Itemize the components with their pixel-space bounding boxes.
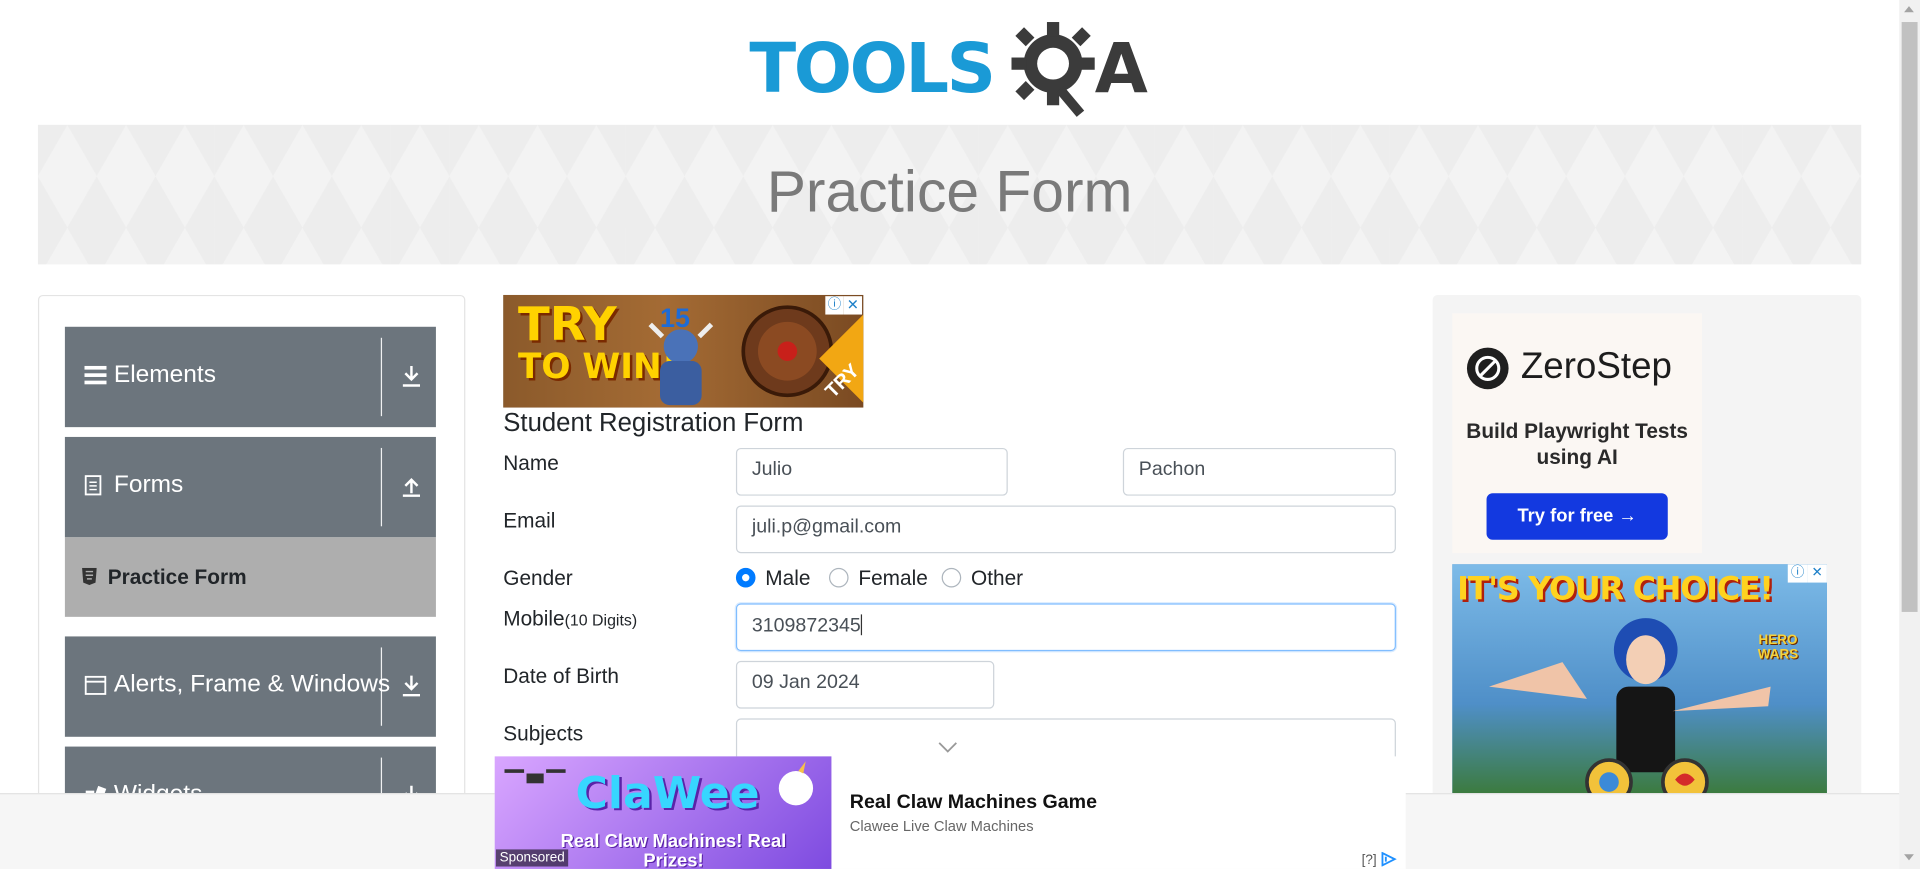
document-icon xyxy=(84,475,102,496)
email-label: Email xyxy=(503,509,556,533)
hero-character-icon xyxy=(1488,618,1771,797)
ad-close-icon[interactable]: ✕ xyxy=(843,296,863,315)
hamburger-icon xyxy=(84,365,107,385)
zerostep-tagline: Build Playwright Tests using AI xyxy=(1466,419,1689,469)
radio-label: Male xyxy=(765,566,811,590)
mobile-label: Mobile(10 Digits) xyxy=(503,607,637,631)
scroll-down-arrow-icon[interactable] xyxy=(1904,854,1914,861)
sidebar-group-alerts[interactable]: Alerts, Frame & Windows xyxy=(64,636,436,737)
mobile-label-text: Mobile xyxy=(503,607,565,631)
radio-dot xyxy=(828,567,849,588)
mobile-value: 3109872345 xyxy=(751,615,861,637)
divider xyxy=(380,647,383,726)
sidebar-group-elements[interactable]: Elements xyxy=(64,326,436,428)
ad-info-icon[interactable]: ⓘ xyxy=(1787,564,1808,583)
sidebar-group-label: Elements xyxy=(113,361,216,388)
dartboard-icon xyxy=(741,305,834,398)
divider xyxy=(380,447,383,527)
clawee-brand: ClaWee xyxy=(575,768,760,819)
radio-dot xyxy=(735,567,756,588)
sidebar: Elements Forms Practice Form Alerts, Fra… xyxy=(37,294,466,809)
adchoices-icon xyxy=(1381,851,1398,867)
bottom-sponsored-ad[interactable]: ClaWee Real Claw Machines! Real Prizes! … xyxy=(494,756,1406,869)
radio-label: Female xyxy=(858,566,928,590)
unicorn-icon xyxy=(778,761,814,806)
chevron-down-icon xyxy=(938,742,957,753)
radio-dot xyxy=(941,567,962,588)
first-name-input[interactable]: Julio xyxy=(735,447,1008,496)
zerostep-ad[interactable]: ZeroStep Build Playwright Tests using AI… xyxy=(1452,313,1703,554)
zerostep-brand: ZeroStep xyxy=(1520,346,1672,387)
date-of-birth-input[interactable]: 09 Jan 2024 xyxy=(735,660,995,709)
ad-close-icon[interactable]: ✕ xyxy=(1807,564,1827,583)
divider xyxy=(380,337,383,417)
last-name-input[interactable]: Pachon xyxy=(1122,447,1396,496)
form-title: Student Registration Form xyxy=(503,408,804,437)
try-for-free-button[interactable]: Try for free → xyxy=(1486,493,1668,540)
logo-a: A xyxy=(1094,29,1148,109)
gear-q-icon xyxy=(1011,22,1095,117)
viking-figure-icon xyxy=(648,322,714,406)
ad-choices[interactable]: [?] xyxy=(1361,851,1398,868)
hero-wars-ad[interactable]: IT'S YOUR CHOICE! HERO WARS ✕ ⓘ xyxy=(1452,564,1827,797)
ad-subtitle: Clawee Live Claw Machines xyxy=(849,817,1034,835)
zerostep-logo-icon xyxy=(1466,347,1509,390)
ad-banner-top[interactable]: TRY TO WIN! 15 TRY ✕ ⓘ xyxy=(503,294,864,408)
clawee-ad-image: ClaWee Real Claw Machines! Real Prizes! … xyxy=(494,756,832,869)
page: TOOLS A Practice Form Elements Forms Pra… xyxy=(0,0,1920,869)
drone-icon xyxy=(504,769,566,784)
upload-arrow-icon xyxy=(402,478,421,497)
scroll-thumb[interactable] xyxy=(1901,22,1918,612)
sidebar-group-label: Alerts, Frame & Windows xyxy=(113,670,391,698)
page-scrollbar[interactable] xyxy=(1899,0,1920,869)
subjects-label: Subjects xyxy=(503,722,584,746)
mobile-hint: (10 Digits) xyxy=(564,610,638,630)
sidebar-item-label: Practice Form xyxy=(107,565,247,589)
text-cursor xyxy=(860,614,863,636)
slash-circle-icon xyxy=(1475,355,1501,381)
hero-ad-title: IT'S YOUR CHOICE! xyxy=(1457,571,1774,609)
name-label: Name xyxy=(503,451,559,475)
radio-label: Other xyxy=(971,566,1024,590)
page-title: Practice Form xyxy=(766,160,1133,226)
toolsqa-logo[interactable]: TOOLS A xyxy=(749,17,1153,117)
ad-info-icon[interactable]: ⓘ xyxy=(825,296,844,315)
logo-text: TOOLS xyxy=(749,29,996,109)
download-arrow-icon xyxy=(402,675,421,697)
sidebar-group-label: Forms xyxy=(113,471,184,499)
sidebar-group-forms[interactable]: Forms xyxy=(64,436,436,538)
html5-icon xyxy=(82,567,97,586)
mobile-input[interactable]: 3109872345 xyxy=(735,603,1396,652)
sidebar-item-practice-form[interactable]: Practice Form xyxy=(64,537,436,617)
scroll-up-arrow-icon[interactable] xyxy=(1904,6,1914,13)
ad-choices-label: [?] xyxy=(1361,853,1377,868)
sponsored-badge: Sponsored xyxy=(495,849,569,867)
email-input[interactable]: juli.p@gmail.com xyxy=(735,505,1396,554)
page-banner: Practice Form xyxy=(37,124,1862,265)
window-icon xyxy=(84,675,107,695)
gender-label: Gender xyxy=(503,566,573,590)
dob-label: Date of Birth xyxy=(503,664,619,688)
ad-title: Real Claw Machines Game xyxy=(849,791,1097,813)
download-arrow-icon xyxy=(402,365,421,387)
hero-wars-logo: HERO WARS xyxy=(1757,632,1799,663)
clawee-image-text: Real Claw Machines! Real Prizes! xyxy=(560,831,787,869)
